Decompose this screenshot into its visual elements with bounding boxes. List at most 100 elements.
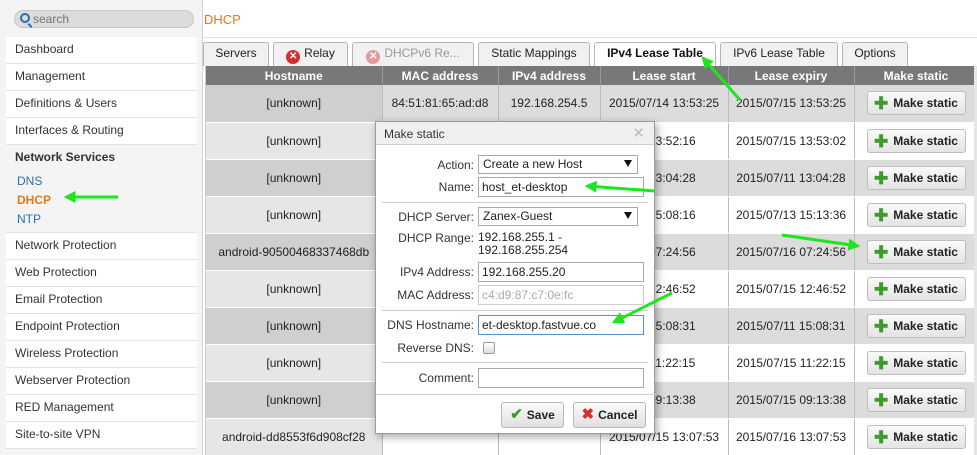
column-header-ipv4[interactable]: IPv4 address: [498, 66, 601, 85]
table-header-row: Hostname MAC address IPv4 address Lease …: [206, 66, 977, 85]
make-static-label: Make static: [893, 392, 958, 407]
comment-input[interactable]: [478, 368, 644, 388]
tab-dhcpv6-relay[interactable]: ✕ DHCPv6 Re...: [352, 42, 474, 66]
action-select[interactable]: Create a new Host: [478, 155, 638, 174]
make-static-cell: ✚ Make static: [854, 233, 977, 271]
hostname-cell: [unknown]: [206, 344, 383, 382]
sidebar-item-site-to-site-vpn[interactable]: Site-to-site VPN: [6, 422, 197, 449]
plus-icon: ✚: [874, 131, 889, 151]
save-button[interactable]: ✔ Save: [501, 402, 564, 428]
reverse-dns-checkbox[interactable]: [483, 342, 495, 354]
sidebar-nav: Dashboard Management Definitions & Users…: [6, 37, 197, 449]
name-input[interactable]: [478, 177, 644, 197]
plus-icon: ✚: [874, 242, 889, 262]
sidebar-item-network-protection[interactable]: Network Protection: [6, 233, 197, 260]
sidebar-item-web-protection[interactable]: Web Protection: [6, 260, 197, 287]
sidebar-subitem-ntp[interactable]: NTP: [6, 210, 197, 233]
sidebar-item-definitions-users[interactable]: Definitions & Users: [6, 91, 197, 118]
sidebar-item-network-services[interactable]: Network Services: [6, 145, 197, 172]
page-title: DHCP: [204, 12, 241, 27]
make-static-button[interactable]: ✚ Make static: [866, 202, 966, 227]
sidebar-item-interfaces-routing[interactable]: Interfaces & Routing: [6, 118, 197, 145]
make-static-cell: ✚ Make static: [854, 159, 977, 197]
action-value: Create a new Host: [483, 157, 583, 171]
make-static-button[interactable]: ✚ Make static: [866, 91, 966, 116]
hostname-cell: [unknown]: [206, 270, 383, 308]
sidebar-item-red-management[interactable]: RED Management: [6, 395, 197, 422]
sidebar-item-endpoint-protection[interactable]: Endpoint Protection: [6, 314, 197, 341]
make-static-button[interactable]: ✚ Make static: [866, 350, 966, 375]
sidebar-item-email-protection[interactable]: Email Protection: [6, 287, 197, 314]
column-header-mac[interactable]: MAC address: [382, 66, 499, 85]
tab-options[interactable]: Options: [842, 42, 908, 66]
cancel-label: Cancel: [598, 408, 638, 422]
ipv4-input[interactable]: [478, 262, 644, 282]
make-static-button[interactable]: ✚ Make static: [866, 239, 966, 264]
sidebar-subitem-dns[interactable]: DNS: [6, 172, 197, 191]
make-static-button[interactable]: ✚ Make static: [866, 128, 966, 153]
tab-label: Options: [854, 46, 896, 60]
make-static-button[interactable]: ✚ Make static: [866, 387, 966, 412]
dhcp-range-end: 192.168.255.254: [478, 243, 569, 257]
lease-expiry-cell: 2015/07/11 13:04:28: [728, 159, 855, 197]
make-static-button[interactable]: ✚ Make static: [866, 276, 966, 301]
search-input[interactable]: [33, 11, 183, 27]
tab-servers[interactable]: Servers: [203, 42, 269, 66]
breadcrumb: DHCP: [203, 0, 977, 40]
lease-expiry-cell: 2015/07/15 12:46:52: [728, 270, 855, 308]
plus-icon: ✚: [874, 205, 889, 225]
search-box[interactable]: [14, 10, 194, 28]
hostname-cell: [unknown]: [206, 307, 383, 345]
reverse-dns-row: Reverse DNS:: [376, 338, 656, 360]
tab-static-mappings[interactable]: Static Mappings: [478, 42, 590, 66]
make-static-button[interactable]: ✚ Make static: [866, 165, 966, 190]
make-static-dialog: Make static ✕ Action: Create a new Host …: [375, 121, 656, 434]
close-icon[interactable]: ✕: [632, 124, 645, 142]
divider: [382, 362, 648, 363]
lease-expiry-cell: 2015/07/15 13:53:02: [728, 122, 855, 160]
dhcp-server-value: Zanex-Guest: [483, 209, 553, 223]
hostname-cell: [unknown]: [206, 381, 383, 419]
lease-expiry-cell: 2015/07/15 13:53:25: [728, 85, 855, 123]
make-static-label: Make static: [893, 318, 958, 333]
sidebar-item-wireless-protection[interactable]: Wireless Protection: [6, 341, 197, 368]
sidebar: Dashboard Management Definitions & Users…: [0, 0, 203, 455]
make-static-label: Make static: [893, 281, 958, 296]
plus-icon: ✚: [874, 279, 889, 299]
plus-icon: ✚: [874, 353, 889, 373]
checkmark-icon: ✔: [510, 406, 523, 423]
plus-icon: ✚: [874, 316, 889, 336]
column-header-hostname[interactable]: Hostname: [206, 66, 383, 85]
tab-ipv4-lease-table[interactable]: IPv4 Lease Table: [594, 42, 716, 66]
hostname-cell: android-90500468337468db: [206, 233, 383, 271]
make-static-cell: ✚ Make static: [854, 196, 977, 234]
ipv4-cell: 192.168.254.5: [498, 85, 601, 123]
sidebar-item-webserver-protection[interactable]: Webserver Protection: [6, 368, 197, 395]
lease-expiry-cell: 2015/07/13 15:13:36: [728, 196, 855, 234]
hostname-cell: [unknown]: [206, 122, 383, 160]
tab-relay[interactable]: ✕ Relay: [273, 42, 348, 66]
dns-hostname-input[interactable]: [478, 315, 644, 335]
comment-row: Comment:: [376, 368, 656, 390]
action-label: Action:: [437, 158, 474, 172]
sidebar-item-management[interactable]: Management: [6, 64, 197, 91]
make-static-button[interactable]: ✚ Make static: [866, 424, 966, 449]
sidebar-subitem-dhcp[interactable]: DHCP: [6, 191, 197, 210]
tab-label: Relay: [304, 46, 335, 60]
cancel-button[interactable]: ✖ Cancel: [573, 402, 646, 428]
tab-label: IPv6 Lease Table: [733, 46, 825, 60]
hostname-cell: [unknown]: [206, 159, 383, 197]
plus-icon: ✚: [874, 94, 889, 114]
name-row: Name:: [376, 177, 656, 199]
dhcp-server-select[interactable]: Zanex-Guest: [478, 207, 638, 226]
table-row[interactable]: [unknown] 84:51:81:65:ad:d8 192.168.254.5 2…: [206, 85, 977, 123]
make-static-button[interactable]: ✚ Make static: [866, 313, 966, 338]
tab-label: Servers: [215, 46, 257, 60]
hostname-cell: [unknown]: [206, 85, 383, 123]
tab-ipv6-lease-table[interactable]: IPv6 Lease Table: [720, 42, 838, 66]
column-header-lease-start[interactable]: Lease start: [600, 66, 729, 85]
column-header-lease-expiry[interactable]: Lease expiry: [728, 66, 855, 85]
divider: [376, 394, 656, 395]
sidebar-item-dashboard[interactable]: Dashboard: [6, 37, 197, 64]
tab-label: DHCPv6 Re...: [384, 46, 460, 60]
